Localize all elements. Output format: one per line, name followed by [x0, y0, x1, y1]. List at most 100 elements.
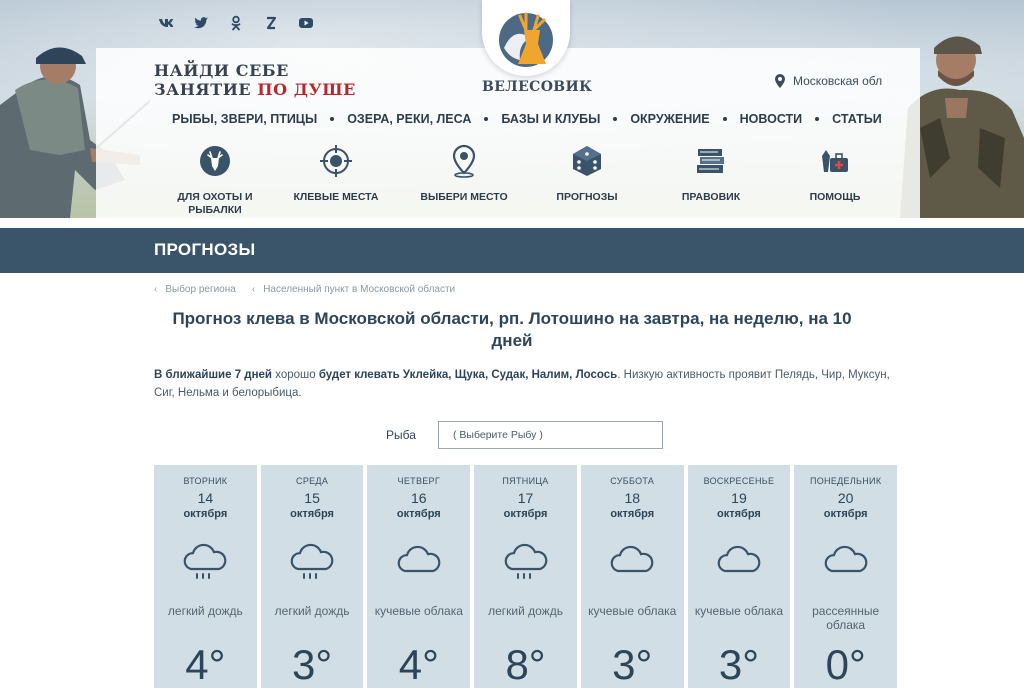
weather-condition: легкий дождь	[488, 604, 563, 618]
temperature: 4°	[185, 641, 226, 688]
fish-select-dropdown[interactable]: ( Выберите Рыбу )	[438, 421, 663, 449]
month: октября	[610, 508, 655, 520]
location-pin-icon	[775, 74, 785, 88]
nav-articles[interactable]: СТАТЬИ	[832, 112, 882, 126]
page-title: Прогноз клева в Московской области, рп. …	[172, 309, 852, 350]
weather-condition: рассеянные облака	[812, 604, 880, 632]
day-number: 20	[837, 490, 854, 506]
vk-icon[interactable]	[158, 15, 174, 31]
breadcrumb-label: Населенный пункт в Московской области	[263, 284, 456, 295]
twitter-icon[interactable]	[193, 15, 209, 31]
location-selector[interactable]: Московская обл	[775, 74, 882, 88]
slogan-line-2a: ЗАНЯТИЕ	[154, 80, 258, 99]
temperature: 0°	[825, 641, 866, 688]
chevron-left-icon: ‹	[154, 284, 158, 295]
category-help[interactable]: ПОМОЩЬ	[775, 144, 895, 204]
target-icon	[320, 145, 352, 177]
weather-condition: легкий дождь	[274, 604, 350, 618]
temperature: 8°	[505, 641, 546, 688]
nav-news[interactable]: НОВОСТИ	[740, 112, 803, 126]
breadcrumb-label: Выбор региона	[165, 284, 236, 295]
breadcrumb-region[interactable]: ‹ Выбор региона	[154, 284, 236, 295]
temperature: 3°	[718, 641, 760, 688]
day-number: 17	[517, 490, 534, 506]
category-label: ПОМОЩЬ	[809, 191, 861, 203]
category-nav: ДЛЯ ОХОТЫ И РЫБАЛКИ КЛЕВЫЕ МЕСТА ВЫБЕРИ …	[155, 144, 900, 216]
category-hunting-fishing[interactable]: ДЛЯ ОХОТЫ И РЫБАЛКИ	[155, 144, 275, 217]
day-of-week: СУББОТА	[610, 476, 655, 486]
location-label: Московская обл	[793, 74, 883, 88]
forecast-day-card[interactable]: ВТОРНИК 14 октября легкий дождь 4°	[154, 465, 257, 688]
fish-selector: Рыба ( Выберите Рыбу )	[386, 421, 663, 449]
forecast-day-card[interactable]: ЧЕТВЕРГ 16 октября кучевые облака 4°	[367, 465, 471, 688]
cloud-icon	[397, 545, 441, 573]
category-label: ПРАВОВИК	[681, 191, 741, 203]
cloud-icon	[610, 545, 654, 573]
forecast-day-card[interactable]: ВОСКРЕСЕНЬЕ 19 октября кучевые облака 3°	[687, 465, 791, 688]
rain-cloud-icon	[184, 543, 227, 579]
forecast-day-card[interactable]: ПОНЕДЕЛЬНИК 20 октября рассеянные облака 0°	[794, 465, 898, 688]
dice-icon	[573, 146, 601, 176]
social-links	[158, 15, 314, 31]
day-of-week: ВТОРНИК	[183, 476, 228, 486]
breadcrumb: ‹ Выбор региона ‹ Населенный пункт в Моско…	[154, 284, 455, 295]
chevron-left-icon: ‹	[251, 284, 256, 295]
rain-cloud-icon	[504, 543, 547, 579]
site-header: НАЙДИ СЕБЕ ЗАНЯТИЕ ПО ДУШЕ ВЕЛЕСОВИК Мос…	[0, 0, 1024, 218]
cloud-icon	[824, 545, 868, 573]
site-logo[interactable]: ВЕЛЕСОВИК	[482, 0, 593, 98]
forecast-day-card[interactable]: СУББОТА 18 октября кучевые облака 3°	[580, 465, 684, 688]
day-of-week: ВОСКРЕСЕНЬЕ	[703, 476, 775, 486]
temperature: 3°	[612, 641, 653, 688]
section-title-bar: ПРОГНОЗЫ	[0, 228, 1024, 273]
month: октября	[396, 508, 441, 520]
temperature: 3°	[292, 641, 333, 688]
odnoklassniki-icon[interactable]	[228, 15, 244, 31]
weather-condition: кучевые облака	[694, 604, 784, 618]
nav-bases-clubs[interactable]: БАЗЫ И КЛУБЫ	[501, 112, 600, 126]
slogan: НАЙДИ СЕБЕ ЗАНЯТИЕ ПО ДУШЕ	[154, 61, 356, 99]
first-aid-icon	[822, 150, 848, 172]
cloud-icon	[717, 545, 761, 573]
category-fishing-spots[interactable]: КЛЕВЫЕ МЕСТА	[276, 144, 396, 204]
description-quality: хорошо	[272, 369, 319, 381]
nav-lakes-rivers-forests[interactable]: ОЗЕРА, РЕКИ, ЛЕСА	[347, 112, 471, 126]
day-of-week: ЧЕТВЕРГ	[397, 476, 441, 486]
forecast-day-card[interactable]: СРЕДА 15 октября легкий дождь 3°	[260, 465, 364, 688]
day-of-week: СРЕДА	[296, 476, 329, 486]
day-number: 18	[624, 490, 641, 506]
books-icon	[697, 149, 724, 173]
weekly-forecast: ВТОРНИК 14 октября легкий дождь 4° СРЕДА 15 окт…	[154, 465, 898, 688]
nav-surroundings[interactable]: ОКРУЖЕНИЕ	[630, 112, 709, 126]
temperature: 4°	[398, 641, 439, 688]
month: октября	[290, 508, 334, 520]
description-active-fish: будет клевать Уклейка, Щука, Судак, Нали…	[318, 369, 618, 381]
category-label: ДЛЯ ОХОТЫ И РЫБАЛКИ	[177, 191, 253, 216]
day-number: 15	[304, 490, 320, 506]
category-choose-place[interactable]: ВЫБЕРИ МЕСТО	[404, 144, 524, 204]
breadcrumb-locality[interactable]: ‹ Населенный пункт в Московской области	[252, 284, 455, 295]
nav-separator	[722, 117, 727, 121]
weather-condition: легкий дождь	[167, 604, 243, 618]
deer-icon	[200, 146, 230, 176]
category-forecasts[interactable]: ПРОГНОЗЫ	[527, 144, 647, 204]
category-legal[interactable]: ПРАВОВИК	[651, 144, 771, 204]
section-title: ПРОГНОЗЫ	[154, 240, 256, 259]
day-of-week: ПЯТНИЦА	[502, 476, 549, 486]
nav-fish-animals-birds[interactable]: РЫБЫ, ЗВЕРИ, ПТИЦЫ	[172, 112, 317, 126]
nav-separator	[330, 117, 335, 121]
zen-icon[interactable]	[263, 15, 279, 31]
month: октября	[183, 508, 228, 520]
weather-condition: кучевые облака	[588, 604, 677, 618]
main-nav: РЫБЫ, ЗВЕРИ, ПТИЦЫ ОЗЕРА, РЕКИ, ЛЕСА БАЗ…	[172, 112, 882, 126]
nav-separator	[613, 117, 618, 121]
day-number: 19	[731, 490, 747, 506]
fish-select-label: Рыба	[386, 428, 416, 442]
youtube-icon[interactable]	[298, 15, 314, 31]
deer-fish-logo-icon	[499, 12, 553, 67]
forecast-day-card[interactable]: ПЯТНИЦА 17 октября легкий дождь 8°	[474, 465, 577, 688]
weather-condition: кучевые облака	[374, 604, 463, 618]
category-label: ПРОГНОЗЫ	[556, 191, 618, 203]
day-of-week: ПОНЕДЕЛЬНИК	[809, 476, 882, 486]
logo-name: ВЕЛЕСОВИК	[482, 79, 593, 95]
